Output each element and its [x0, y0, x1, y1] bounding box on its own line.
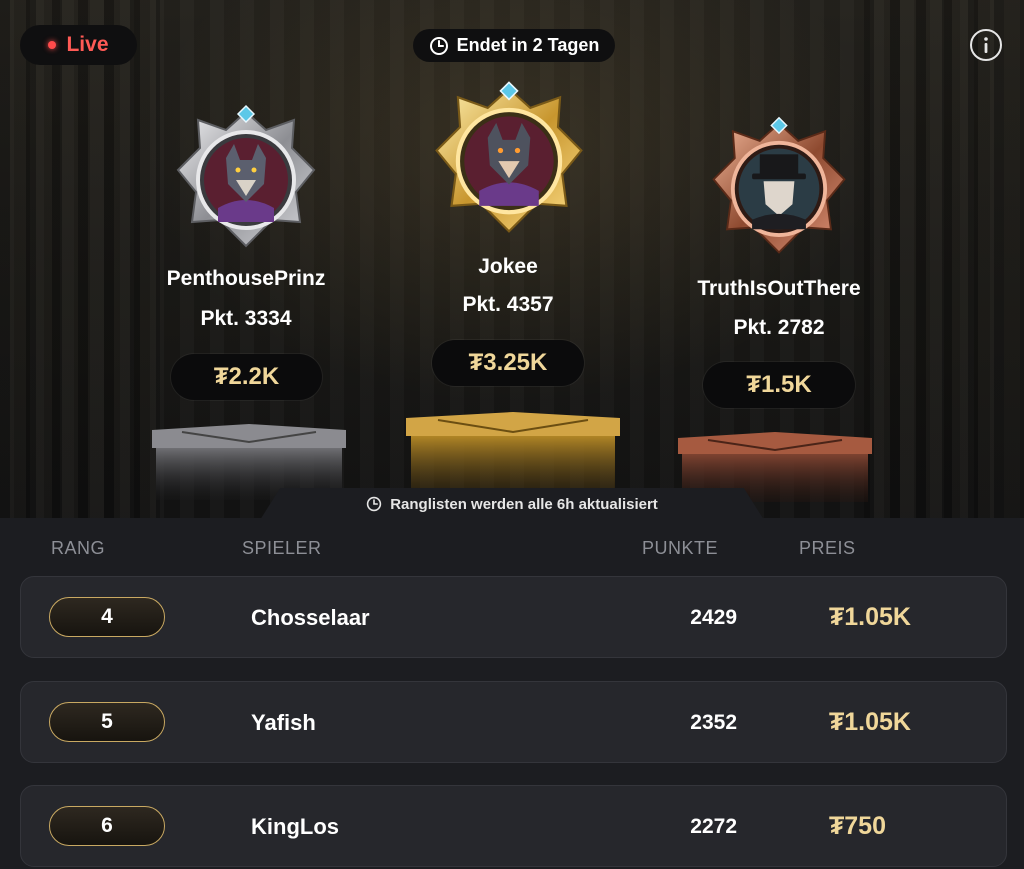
- podium-2-prize: ₮2.2K: [171, 354, 322, 400]
- podium-1-name: Jokee: [478, 255, 538, 278]
- player-name: Yafish: [251, 710, 316, 735]
- live-label: Live: [66, 33, 109, 56]
- header-player: SPIELER: [242, 538, 322, 558]
- gold-gift-box: [406, 412, 620, 500]
- player-points: 2352: [690, 711, 737, 734]
- curtain-left: [0, 0, 160, 518]
- player-prize: ₮1.05K: [829, 603, 911, 631]
- podium-3-points: Pkt. 2782: [733, 316, 825, 339]
- countdown-label: Endet in 2 Tagen: [456, 35, 600, 55]
- update-notice: Ranglisten werden alle 6h aktualisiert: [260, 488, 764, 520]
- silver-medal-avatar[interactable]: [168, 100, 324, 256]
- gold-medal-avatar[interactable]: [426, 76, 592, 242]
- podium-2-points: Pkt. 3334: [200, 307, 292, 330]
- table-row[interactable]: 4 Chosselaar 2429 ₮1.05K: [20, 576, 1007, 658]
- podium-3-name: TruthIsOutThere: [697, 277, 861, 300]
- player-name: KingLos: [251, 814, 339, 839]
- player-prize: ₮1.05K: [829, 708, 911, 736]
- player-prize: ₮750: [829, 812, 886, 840]
- clock-icon: [429, 36, 448, 55]
- curtain-right: [864, 0, 1024, 518]
- header-rank: RANG: [51, 538, 106, 558]
- podium-2-name: PenthousePrinz: [166, 267, 326, 290]
- player-points: 2429: [690, 606, 737, 629]
- podium-1-points: Pkt. 4357: [462, 293, 554, 316]
- clock-icon: [367, 496, 382, 512]
- info-button[interactable]: [970, 29, 1002, 61]
- table-row[interactable]: 5 Yafish 2352 ₮1.05K: [20, 681, 1007, 763]
- rank-badge: 6: [49, 806, 165, 846]
- header-prize: PREIS: [799, 538, 856, 558]
- countdown-badge: Endet in 2 Tagen: [413, 29, 615, 62]
- update-notice-text: Ranglisten werden alle 6h aktualisiert: [390, 495, 658, 513]
- player-name: Chosselaar: [251, 605, 370, 630]
- rank-badge: 4: [49, 597, 165, 637]
- header-points: PUNKTE: [642, 538, 719, 558]
- podium-1-prize: ₮3.25K: [432, 340, 584, 386]
- table-row[interactable]: 6 KingLos 2272 ₮750: [20, 785, 1007, 867]
- rank-badge: 5: [49, 702, 165, 742]
- info-icon: [984, 37, 988, 53]
- player-points: 2272: [690, 815, 737, 838]
- live-badge: Live: [20, 25, 137, 65]
- podium-3-prize: ₮1.5K: [703, 362, 855, 408]
- live-dot-icon: [48, 41, 57, 49]
- bronze-medal-avatar[interactable]: [702, 112, 856, 262]
